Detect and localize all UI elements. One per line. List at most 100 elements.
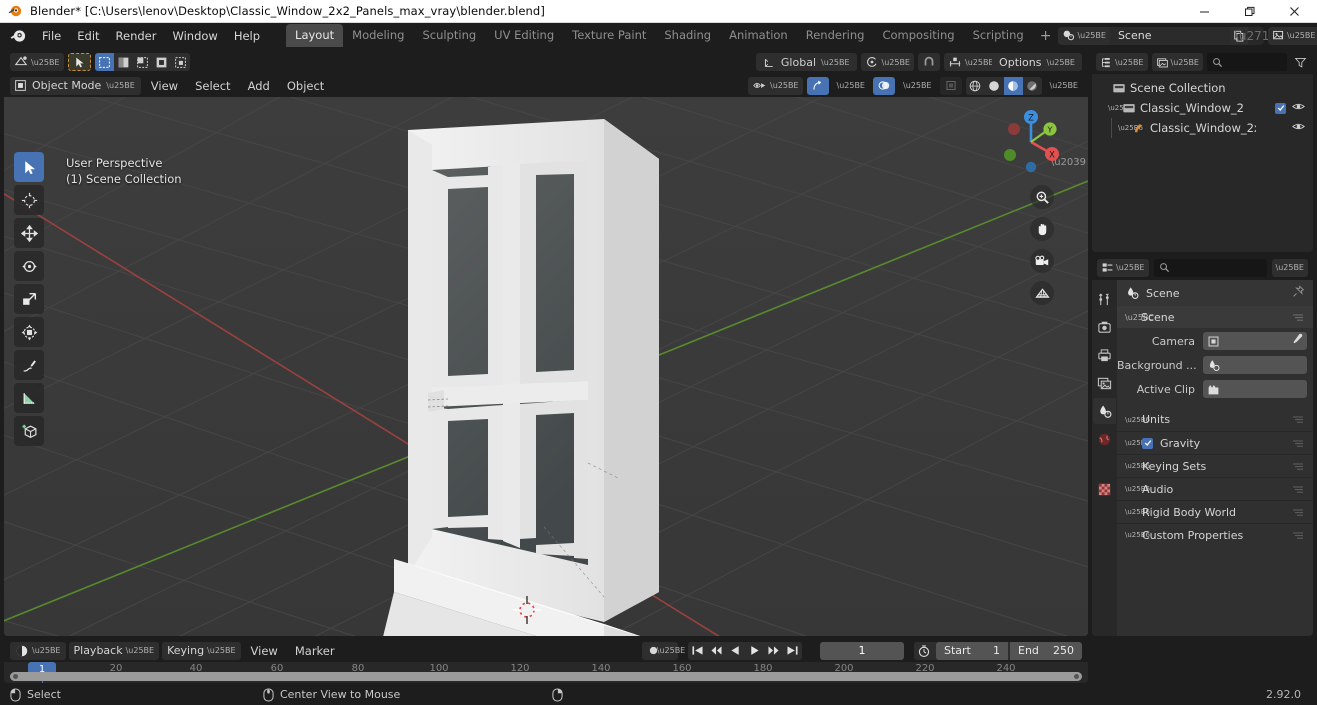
- zoom-icon[interactable]: [1030, 185, 1054, 209]
- section-rigid-body-world[interactable]: \u25B6 Rigid Body World: [1117, 500, 1313, 523]
- pivot-point-dropdown[interactable]: \u25BE: [860, 53, 914, 71]
- shading-material-preview-icon[interactable]: [1003, 76, 1023, 95]
- select-mode-group[interactable]: [94, 53, 190, 71]
- section-keying-sets[interactable]: \u25B6 Keying Sets: [1117, 454, 1313, 477]
- camera-field[interactable]: [1203, 332, 1307, 350]
- play-reverse-button[interactable]: [726, 642, 745, 660]
- overlays-settings-dropdown[interactable]: \u25BE: [899, 77, 936, 95]
- properties-tab-output[interactable]: [1093, 342, 1116, 368]
- auto-keying-settings-dropdown[interactable]: \u25BE: [657, 641, 685, 660]
- select-extend-icon[interactable]: [114, 53, 133, 71]
- viewport-menu-object[interactable]: Object: [280, 77, 331, 95]
- outliner-editor-type-button[interactable]: \u25BE: [1096, 53, 1148, 71]
- workspace-tab-layout[interactable]: Layout: [286, 24, 344, 47]
- keying-dropdown[interactable]: Keying \u25BE: [162, 641, 241, 660]
- scene-panel-header[interactable]: \u25BC Scene: [1117, 306, 1313, 328]
- blender-menu-icon[interactable]: [8, 26, 28, 46]
- section-units[interactable]: \u25B6 Units: [1117, 408, 1313, 431]
- overlays-toggle[interactable]: [873, 76, 895, 95]
- interaction-mode-dropdown[interactable]: Object Mode \u25BE: [10, 76, 141, 95]
- background-scene-field[interactable]: [1203, 356, 1307, 374]
- transform-orientation-dropdown[interactable]: Global \u25BE: [755, 53, 857, 71]
- collection-exclude-checkbox[interactable]: [1275, 102, 1286, 114]
- playback-dropdown[interactable]: Playback \u25BE: [68, 641, 160, 660]
- timeline-menu-marker[interactable]: Marker: [288, 642, 342, 660]
- object-visibility-eye-icon[interactable]: [1292, 121, 1305, 135]
- prev-keyframe-button[interactable]: [707, 642, 726, 660]
- properties-tab-scene[interactable]: [1093, 398, 1116, 424]
- viewport-menu-view[interactable]: View: [144, 77, 185, 95]
- close-button[interactable]: [1272, 0, 1317, 23]
- workspace-tab-modeling[interactable]: Modeling: [343, 24, 413, 47]
- scale-tool[interactable]: [14, 284, 44, 314]
- section-custom-properties[interactable]: \u25B6 Custom Properties: [1117, 523, 1313, 546]
- maximize-button[interactable]: [1227, 0, 1272, 23]
- rotate-tool[interactable]: [14, 251, 44, 281]
- timeline-scrollbar[interactable]: [10, 672, 1082, 681]
- viewport-3d-canvas[interactable]: User Perspective (1) Scene Collection \u…: [4, 97, 1088, 636]
- scrollbar-handle-left[interactable]: [13, 674, 18, 679]
- workspace-tab-compositing[interactable]: Compositing: [873, 24, 963, 47]
- timeline-menu-view[interactable]: View: [244, 642, 285, 660]
- navigation-gizmo[interactable]: Z X Y: [994, 105, 1068, 179]
- workspace-tab-rendering[interactable]: Rendering: [797, 24, 874, 47]
- annotate-tool[interactable]: [14, 350, 44, 380]
- select-subtract-icon[interactable]: [133, 53, 152, 71]
- select-invert-icon[interactable]: [152, 53, 171, 71]
- outliner-row-scene-collection[interactable]: Scene Collection: [1092, 78, 1313, 98]
- gravity-checkbox[interactable]: [1142, 437, 1153, 449]
- eyedropper-icon[interactable]: [1290, 333, 1303, 349]
- properties-tab-render[interactable]: [1093, 314, 1116, 340]
- current-frame-field[interactable]: 1: [820, 641, 904, 660]
- jump-to-start-button[interactable]: [688, 642, 707, 660]
- shading-wireframe-icon[interactable]: [966, 77, 985, 95]
- shading-solid-icon[interactable]: [985, 77, 1004, 95]
- properties-tab-texture[interactable]: [1093, 476, 1116, 502]
- workspace-tab-animation[interactable]: Animation: [720, 24, 797, 47]
- auto-keying-group[interactable]: \u25BE: [642, 641, 685, 660]
- menu-edit[interactable]: Edit: [69, 26, 107, 46]
- menu-file[interactable]: File: [34, 26, 69, 46]
- cursor-tool[interactable]: [14, 185, 44, 215]
- expand-triangle-icon[interactable]: \u25BC: [1108, 104, 1133, 112]
- outliner-display-mode-button[interactable]: \u25BE: [1151, 53, 1203, 71]
- gizmo-settings-dropdown[interactable]: \u25BE: [833, 77, 870, 95]
- properties-options-button[interactable]: \u25BE: [1271, 258, 1308, 277]
- scene-browse-icon[interactable]: \u25BE: [1058, 26, 1110, 45]
- workspace-tab-uv-editing[interactable]: UV Editing: [485, 24, 563, 47]
- select-set-icon[interactable]: [94, 53, 114, 71]
- section-gravity[interactable]: \u25B6 Gravity: [1117, 431, 1313, 454]
- add-workspace-button[interactable]: +: [1033, 28, 1059, 44]
- workspace-tab-shading[interactable]: Shading: [655, 24, 720, 47]
- outliner-row-collection[interactable]: \u25BC Classic_Window_2x2_Pa: [1092, 98, 1313, 118]
- shading-settings-dropdown[interactable]: \u25BE: [1046, 77, 1083, 95]
- start-frame-field[interactable]: Start 1: [936, 641, 1008, 660]
- menu-window[interactable]: Window: [164, 26, 225, 46]
- editor-type-button[interactable]: \u25BE: [10, 53, 64, 71]
- outliner-search-input[interactable]: [1207, 53, 1287, 71]
- view-layer-browse-icon[interactable]: \u25BE: [1267, 26, 1317, 45]
- active-clip-field[interactable]: [1203, 380, 1307, 398]
- measure-tool[interactable]: [14, 383, 44, 413]
- pin-icon[interactable]: [1292, 285, 1305, 301]
- workspace-tab-sculpting[interactable]: Sculpting: [413, 24, 485, 47]
- properties-search-input[interactable]: [1153, 258, 1267, 277]
- toggle-ortho-icon[interactable]: [1030, 281, 1054, 305]
- workspace-tab-texture-paint[interactable]: Texture Paint: [563, 24, 655, 47]
- timeline-editor-type-button[interactable]: \u25BE: [10, 641, 66, 660]
- timeline-ruler[interactable]: 20 40 60 80 100 120 140 160 180 200 220 …: [4, 662, 1088, 683]
- end-frame-field[interactable]: End 250: [1010, 641, 1082, 660]
- options-dropdown[interactable]: Options \u25BE: [992, 53, 1082, 71]
- viewport-menu-add[interactable]: Add: [241, 77, 277, 95]
- outliner-row-object[interactable]: \u25B6 Classic_Window_2x2: [1092, 118, 1313, 138]
- snap-magnet-toggle[interactable]: [918, 53, 940, 71]
- minimize-button[interactable]: [1182, 0, 1227, 23]
- tweak-select-box-tool[interactable]: [14, 152, 44, 182]
- next-keyframe-button[interactable]: [764, 642, 783, 660]
- jump-to-end-button[interactable]: [783, 642, 802, 660]
- shading-mode-group[interactable]: [965, 76, 1042, 95]
- viewport-menu-select[interactable]: Select: [188, 77, 237, 95]
- snap-settings-dropdown[interactable]: \u25BE: [944, 53, 998, 71]
- properties-tab-view-layer[interactable]: [1093, 370, 1116, 396]
- transform-tool[interactable]: [14, 317, 44, 347]
